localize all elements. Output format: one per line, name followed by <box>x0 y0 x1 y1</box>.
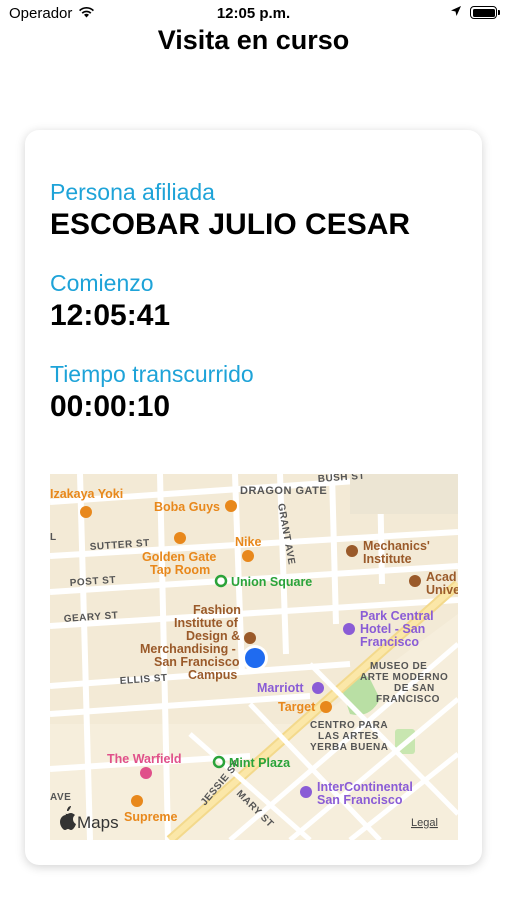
poi-boba-label: Boba Guys <box>154 500 220 514</box>
poi-centro-1: CENTRO PARA <box>310 720 388 731</box>
poi-fidm-6: Campus <box>188 668 237 682</box>
map-view[interactable]: BUSH ST SUTTER ST POST ST GEARY ST ELLIS… <box>50 474 458 840</box>
target-icon <box>320 701 332 713</box>
izakaya-icon <box>80 506 92 518</box>
poi-izakaya-label: Izakaya Yoki <box>50 487 123 501</box>
supreme-icon <box>131 795 143 807</box>
poi-park-central-2: Hotel - San <box>360 622 425 636</box>
fidm-icon <box>244 632 256 644</box>
poi-marriott: Marriott <box>257 681 304 695</box>
status-bar: Operador 12:05 p.m. <box>0 0 507 28</box>
poi-park-central-1: Park Central <box>360 609 434 623</box>
poi-fidm-5: San Francisco <box>154 655 240 669</box>
poi-nike-label: Nike <box>235 535 261 549</box>
page-title: Visita en curso <box>157 25 350 55</box>
current-location-icon <box>245 648 265 668</box>
poi-intercontinental-1: InterContinental <box>317 780 413 794</box>
academy-icon <box>409 575 421 587</box>
poi-target: Target <box>278 700 316 714</box>
start-time: 12:05:41 <box>50 299 171 332</box>
poi-fidm-3: Design & <box>186 629 240 643</box>
visit-card: Persona afiliada ESCOBAR JULIO CESAR Com… <box>25 130 482 865</box>
poi-park-central-3: Francisco <box>360 635 419 649</box>
status-time: 12:05 p.m. <box>216 5 291 22</box>
poi-intercontinental-2: San Francisco <box>317 793 403 807</box>
street-l: L <box>50 532 57 543</box>
intercontinental-icon <box>300 786 312 798</box>
elapsed-label: Tiempo transcurrido <box>50 361 254 387</box>
poi-union-square: Union Square <box>231 575 312 589</box>
nike-icon <box>242 550 254 562</box>
poi-museo-3: DE SAN <box>394 683 435 694</box>
boba-icon <box>225 500 237 512</box>
affiliate-label: Persona afiliada <box>50 179 215 205</box>
poi-dragon-gate: DRAGON GATE <box>240 485 327 497</box>
poi-mint-plaza: Mint Plaza <box>229 756 291 770</box>
poi-centro-3: YERBA BUENA <box>310 742 388 753</box>
location-arrow-icon <box>450 4 462 21</box>
maps-attribution: Maps <box>77 813 119 832</box>
poi-museo-4: FRANCISCO <box>376 694 440 705</box>
status-right <box>450 4 500 21</box>
poi-fidm-1: Fashion <box>193 603 241 617</box>
affiliate-name: ESCOBAR JULIO CESAR <box>50 208 411 241</box>
poi-mechanics-2: Institute <box>363 552 412 566</box>
poi-golden-gate-1: Golden Gate <box>142 550 216 564</box>
poi-golden-gate-2: Tap Room <box>150 563 210 577</box>
poi-museo-2: ARTE MODERNO <box>360 672 448 683</box>
map-canvas: BUSH ST SUTTER ST POST ST GEARY ST ELLIS… <box>50 474 458 840</box>
poi-warfield: The Warfield <box>107 752 182 766</box>
marriott-icon <box>312 682 324 694</box>
start-label: Comienzo <box>50 270 154 296</box>
elapsed-time: 00:00:10 <box>50 390 171 423</box>
legal-link[interactable]: Legal <box>411 817 438 829</box>
poi-supreme: Supreme <box>124 810 178 824</box>
street-ave: AVE <box>50 792 71 803</box>
poi-fidm-2: Institute of <box>174 616 239 630</box>
poi-centro-2: LAS ARTES <box>318 731 379 742</box>
warfield-icon <box>140 767 152 779</box>
mechanics-icon <box>346 545 358 557</box>
poi-fidm-4: Merchandising - <box>140 642 236 656</box>
battery-icon <box>470 6 500 19</box>
poi-mechanics-1: Mechanics' <box>363 539 430 553</box>
park-central-icon <box>343 623 355 635</box>
poi-museo-1: MUSEO DE <box>370 661 427 672</box>
golden-gate-icon <box>174 532 186 544</box>
poi-acad-1: Acad <box>426 570 457 584</box>
poi-acad-2: Unive <box>426 583 458 597</box>
